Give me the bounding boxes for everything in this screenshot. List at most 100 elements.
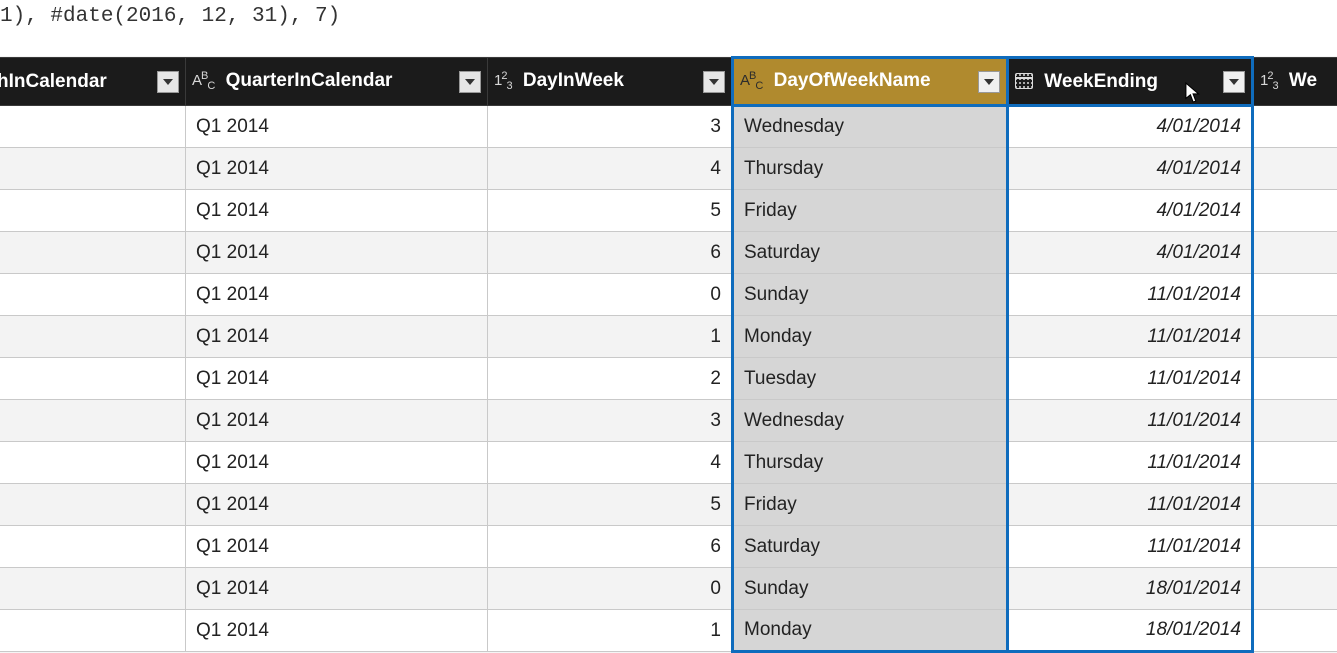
table-row[interactable]: Q1 20144Thursday11/01/2014 [0, 442, 1337, 484]
cell-dayname[interactable]: Friday [733, 190, 1008, 232]
table-row[interactable]: Q1 20140Sunday18/01/2014 [0, 568, 1337, 610]
cell-quarter[interactable]: Q1 2014 [186, 442, 488, 484]
cell-monthincalendar[interactable] [0, 358, 186, 400]
col-header-dayinweek[interactable]: 123 DayInWeek [488, 58, 733, 106]
cell-dayname[interactable]: Monday [733, 316, 1008, 358]
cell-quarter[interactable]: Q1 2014 [186, 568, 488, 610]
cell-dayname[interactable]: Tuesday [733, 358, 1008, 400]
cell-partial[interactable] [1253, 232, 1337, 274]
filter-dropdown-icon[interactable] [157, 71, 179, 93]
cell-partial[interactable] [1253, 274, 1337, 316]
cell-quarter[interactable]: Q1 2014 [186, 190, 488, 232]
filter-dropdown-icon[interactable] [703, 71, 725, 93]
cell-dayinweek[interactable]: 0 [488, 568, 733, 610]
cell-weekending[interactable]: 11/01/2014 [1008, 400, 1253, 442]
cell-partial[interactable] [1253, 610, 1337, 652]
cell-monthincalendar[interactable] [0, 484, 186, 526]
cell-dayinweek[interactable]: 4 [488, 442, 733, 484]
cell-quarter[interactable]: Q1 2014 [186, 610, 488, 652]
table-row[interactable]: Q1 20140Sunday11/01/2014 [0, 274, 1337, 316]
cell-quarter[interactable]: Q1 2014 [186, 232, 488, 274]
cell-weekending[interactable]: 4/01/2014 [1008, 106, 1253, 148]
table-row[interactable]: Q1 20145Friday11/01/2014 [0, 484, 1337, 526]
col-header-monthincalendar[interactable]: hInCalendar [0, 58, 186, 106]
filter-dropdown-icon[interactable] [459, 71, 481, 93]
table-row[interactable]: Q1 20142Tuesday11/01/2014 [0, 358, 1337, 400]
cell-partial[interactable] [1253, 484, 1337, 526]
table-row[interactable]: Q1 20144Thursday4/01/2014 [0, 148, 1337, 190]
cell-dayinweek[interactable]: 6 [488, 526, 733, 568]
cell-partial[interactable] [1253, 442, 1337, 484]
cell-weekending[interactable]: 11/01/2014 [1008, 484, 1253, 526]
cell-dayinweek[interactable]: 2 [488, 358, 733, 400]
filter-dropdown-icon[interactable] [978, 71, 1000, 93]
cell-dayinweek[interactable]: 1 [488, 610, 733, 652]
cell-partial[interactable] [1253, 106, 1337, 148]
cell-monthincalendar[interactable] [0, 610, 186, 652]
cell-partial[interactable] [1253, 148, 1337, 190]
cell-weekending[interactable]: 11/01/2014 [1008, 442, 1253, 484]
table-row[interactable]: Q1 20143Wednesday4/01/2014 [0, 106, 1337, 148]
cell-weekending[interactable]: 4/01/2014 [1008, 148, 1253, 190]
col-header-dayofweekname[interactable]: ABC DayOfWeekName [733, 58, 1008, 106]
cell-quarter[interactable]: Q1 2014 [186, 316, 488, 358]
cell-dayname[interactable]: Wednesday [733, 400, 1008, 442]
cell-dayname[interactable]: Sunday [733, 568, 1008, 610]
cell-dayname[interactable]: Saturday [733, 526, 1008, 568]
cell-dayinweek[interactable]: 5 [488, 190, 733, 232]
cell-weekending[interactable]: 11/01/2014 [1008, 358, 1253, 400]
col-header-quarterincalendar[interactable]: ABC QuarterInCalendar [186, 58, 488, 106]
cell-partial[interactable] [1253, 568, 1337, 610]
cell-weekending[interactable]: 11/01/2014 [1008, 526, 1253, 568]
table-row[interactable]: Q1 20146Saturday11/01/2014 [0, 526, 1337, 568]
cell-dayname[interactable]: Thursday [733, 148, 1008, 190]
cell-dayname[interactable]: Saturday [733, 232, 1008, 274]
table-row[interactable]: Q1 20141Monday11/01/2014 [0, 316, 1337, 358]
cell-quarter[interactable]: Q1 2014 [186, 106, 488, 148]
cell-weekending[interactable]: 4/01/2014 [1008, 190, 1253, 232]
cell-weekending[interactable]: 11/01/2014 [1008, 274, 1253, 316]
cell-dayname[interactable]: Friday [733, 484, 1008, 526]
table-row[interactable]: Q1 20145Friday4/01/2014 [0, 190, 1337, 232]
cell-quarter[interactable]: Q1 2014 [186, 274, 488, 316]
cell-quarter[interactable]: Q1 2014 [186, 526, 488, 568]
table-row[interactable]: Q1 20146Saturday4/01/2014 [0, 232, 1337, 274]
cell-weekending[interactable]: 18/01/2014 [1008, 610, 1253, 652]
cell-monthincalendar[interactable] [0, 568, 186, 610]
cell-dayinweek[interactable]: 4 [488, 148, 733, 190]
cell-monthincalendar[interactable] [0, 190, 186, 232]
cell-quarter[interactable]: Q1 2014 [186, 148, 488, 190]
cell-dayinweek[interactable]: 3 [488, 400, 733, 442]
table-row[interactable]: Q1 20141Monday18/01/2014 [0, 610, 1337, 652]
cell-partial[interactable] [1253, 526, 1337, 568]
cell-dayname[interactable]: Wednesday [733, 106, 1008, 148]
cell-monthincalendar[interactable] [0, 232, 186, 274]
cell-dayinweek[interactable]: 6 [488, 232, 733, 274]
cell-monthincalendar[interactable] [0, 526, 186, 568]
table-row[interactable]: Q1 20143Wednesday11/01/2014 [0, 400, 1337, 442]
cell-dayname[interactable]: Sunday [733, 274, 1008, 316]
cell-dayname[interactable]: Thursday [733, 442, 1008, 484]
cell-partial[interactable] [1253, 316, 1337, 358]
cell-quarter[interactable]: Q1 2014 [186, 484, 488, 526]
col-header-partial-next[interactable]: 123 We [1253, 58, 1337, 106]
cell-weekending[interactable]: 18/01/2014 [1008, 568, 1253, 610]
cell-monthincalendar[interactable] [0, 316, 186, 358]
filter-dropdown-icon[interactable] [1223, 71, 1245, 93]
formula-bar[interactable]: 1), #date(2016, 12, 31), 7) [0, 0, 1337, 56]
cell-weekending[interactable]: 4/01/2014 [1008, 232, 1253, 274]
cell-dayname[interactable]: Monday [733, 610, 1008, 652]
cell-monthincalendar[interactable] [0, 400, 186, 442]
cell-monthincalendar[interactable] [0, 106, 186, 148]
cell-partial[interactable] [1253, 400, 1337, 442]
cell-monthincalendar[interactable] [0, 274, 186, 316]
cell-dayinweek[interactable]: 3 [488, 106, 733, 148]
cell-weekending[interactable]: 11/01/2014 [1008, 316, 1253, 358]
col-header-weekending[interactable]: WeekEnding [1008, 58, 1253, 106]
cell-dayinweek[interactable]: 5 [488, 484, 733, 526]
cell-monthincalendar[interactable] [0, 148, 186, 190]
cell-dayinweek[interactable]: 0 [488, 274, 733, 316]
cell-partial[interactable] [1253, 358, 1337, 400]
cell-quarter[interactable]: Q1 2014 [186, 400, 488, 442]
cell-monthincalendar[interactable] [0, 442, 186, 484]
